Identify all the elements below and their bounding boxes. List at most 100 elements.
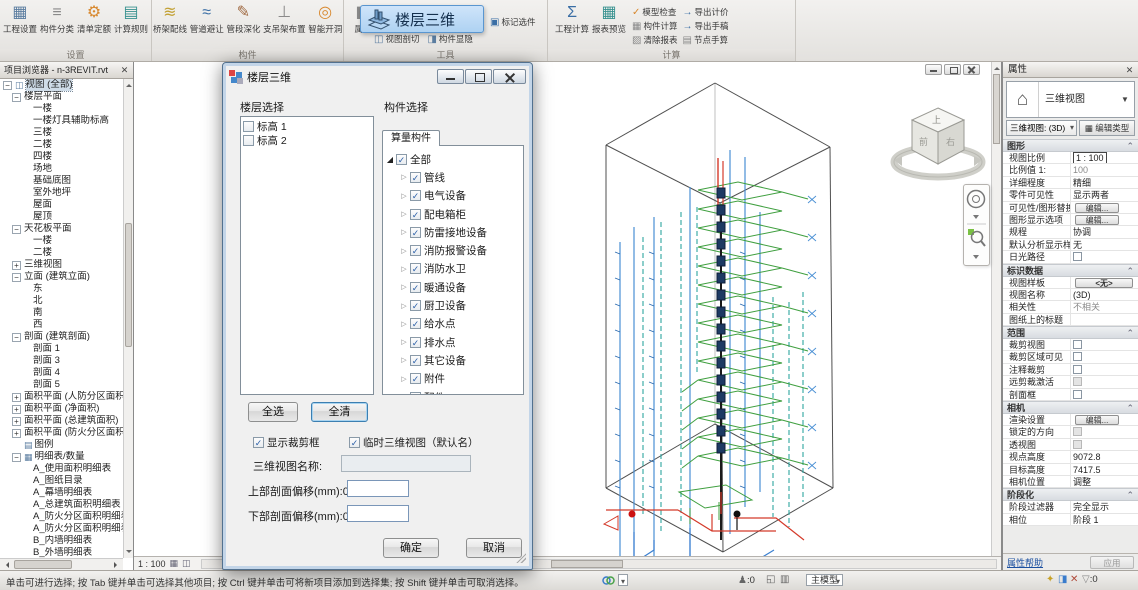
tree-item[interactable]: 屋面 — [0, 199, 123, 211]
tree-item[interactable]: +面积平面 (净面积) — [0, 403, 123, 415]
expand-icon[interactable]: ▷ — [399, 210, 409, 218]
ribbon-button[interactable]: ▨清除报表 — [632, 34, 677, 47]
component-item[interactable]: ▷✓消防水卫 — [385, 260, 521, 278]
ribbon-button[interactable]: ✎管段深化 — [225, 2, 261, 35]
close-icon[interactable]: ✕ — [118, 64, 131, 77]
tree-item[interactable]: −▦明细表/数量 — [0, 451, 123, 463]
checkbox-unchecked-icon[interactable] — [1073, 252, 1082, 261]
ok-button[interactable]: 确定 — [383, 538, 439, 558]
checkbox-checked-icon[interactable]: ✓ — [410, 190, 421, 201]
tree-item[interactable]: B_外墙明细表 — [0, 547, 123, 558]
tree-item[interactable]: ▤图例 — [0, 439, 123, 451]
top-offset-field[interactable] — [347, 480, 409, 497]
component-item[interactable]: ▷✓暖通设备 — [385, 278, 521, 296]
floor-item[interactable]: 标高 1 — [243, 119, 371, 133]
ribbon-button[interactable]: ▦工程设置 — [2, 2, 38, 35]
temp-view-checkbox[interactable]: ✓ 临时三维视图（默认名） — [349, 435, 479, 449]
edit-button[interactable]: 编辑... — [1075, 415, 1119, 425]
tree-item[interactable]: 基础底图 — [0, 175, 123, 187]
collapse-icon[interactable]: ◢ — [385, 155, 395, 164]
tree-item[interactable]: −◫视图 (全部) — [0, 79, 123, 91]
tab-quantity-components[interactable]: 算量构件 — [382, 130, 440, 146]
tree-item[interactable]: +面积平面 (防火分区面积) — [0, 427, 123, 439]
component-item[interactable]: ▷✓消防报警设备 — [385, 241, 521, 259]
checkbox-checked-icon[interactable]: ✓ — [410, 227, 421, 238]
design-option2-icon[interactable]: ▥ — [780, 574, 789, 585]
bottom-offset-field[interactable] — [347, 505, 409, 522]
tree-item[interactable]: 屋顶 — [0, 211, 123, 223]
ribbon-button[interactable]: ▦构件计算 — [632, 20, 677, 33]
tree-item[interactable]: 西 — [0, 319, 123, 331]
expand-icon[interactable]: ▷ — [399, 338, 409, 346]
component-item[interactable]: ▷✓防雷接地设备 — [385, 223, 521, 241]
checkbox-checked-icon[interactable]: ✓ — [410, 355, 421, 366]
tree-item[interactable]: A_图纸目录 — [0, 475, 123, 487]
expand-icon[interactable]: + — [12, 393, 21, 402]
view-template-button[interactable]: <无> — [1075, 278, 1133, 288]
expand-icon[interactable]: ▷ — [399, 375, 409, 383]
edit-type-button[interactable]: ▦ 编辑类型 — [1079, 120, 1135, 136]
visual-style-icon[interactable]: ◫ — [182, 558, 191, 569]
checkbox-checked-icon[interactable]: ✓ — [410, 245, 421, 256]
tree-item[interactable]: −立面 (建筑立面) — [0, 271, 123, 283]
checkbox-checked-icon[interactable]: ✓ — [410, 337, 421, 348]
scrollbar-thumb[interactable] — [14, 560, 72, 569]
ribbon-button[interactable]: ≡构件分类 — [39, 2, 75, 35]
scale-input[interactable]: 1 : 100 — [1073, 152, 1107, 163]
close-icon[interactable] — [963, 64, 980, 75]
tree-item[interactable]: +三维视图 — [0, 259, 123, 271]
expand-icon[interactable]: ▷ — [399, 302, 409, 310]
ribbon-button[interactable]: ⚙清单定额 — [76, 2, 112, 35]
tree-item[interactable]: 一楼 — [0, 235, 123, 247]
tree-item[interactable]: 一楼灯具辅助标高 — [0, 115, 123, 127]
expand-icon[interactable]: ▷ — [399, 393, 409, 395]
checkbox-unchecked-icon[interactable] — [1073, 352, 1082, 361]
properties-help-link[interactable]: 属性帮助 — [1007, 556, 1043, 569]
maximize-icon[interactable] — [465, 69, 492, 84]
ribbon-button[interactable]: ▤计算规则 — [113, 2, 149, 35]
browser-horizontal-scrollbar[interactable] — [0, 558, 123, 570]
tree-item[interactable]: 剖面 4 — [0, 367, 123, 379]
tree-item[interactable]: 三楼 — [0, 127, 123, 139]
expand-icon[interactable]: ▷ — [399, 247, 409, 255]
design-option-icon[interactable]: ◱ — [766, 574, 775, 585]
tree-item[interactable]: +面积平面 (人防分区面积) — [0, 391, 123, 403]
checkbox-checked-icon[interactable]: ✓ — [410, 392, 421, 396]
ribbon-button[interactable]: ⊥支吊架布置 — [262, 2, 306, 35]
props-section-header[interactable]: 图形⌃ — [1003, 139, 1138, 152]
detail-level-icon[interactable]: ▦ — [170, 558, 179, 569]
checkbox-checked-icon[interactable]: ✓ — [410, 282, 421, 293]
expand-icon[interactable]: + — [12, 429, 21, 438]
tree-item[interactable]: 南 — [0, 307, 123, 319]
workset-combo[interactable] — [618, 574, 628, 586]
expand-icon[interactable]: ▷ — [399, 356, 409, 364]
minimize-icon[interactable] — [925, 64, 942, 75]
ribbon-button[interactable]: ▦报表预览 — [591, 2, 627, 47]
dialog-titlebar[interactable]: 楼层三维 — [223, 63, 532, 87]
component-item[interactable]: ▷✓其它设备 — [385, 351, 521, 369]
checkbox-checked-icon[interactable]: ✓ — [410, 209, 421, 220]
floor-3d-highlighted-button[interactable]: 楼层三维 — [360, 5, 484, 33]
expand-icon[interactable]: + — [12, 405, 21, 414]
chevron-down-icon[interactable]: ▼ — [1121, 82, 1134, 117]
checkbox-unchecked-icon[interactable] — [1073, 390, 1082, 399]
tree-item[interactable]: A_幕墙明细表 — [0, 487, 123, 499]
checkbox-unchecked-icon[interactable] — [243, 135, 254, 146]
checkbox-checked-icon[interactable]: ✓ — [410, 300, 421, 311]
ribbon-button[interactable]: →导出手稿 — [683, 20, 729, 33]
checkbox-unchecked-icon[interactable] — [1073, 365, 1082, 374]
tree-item[interactable]: 东 — [0, 283, 123, 295]
props-section-header[interactable]: 范围⌃ — [1003, 326, 1138, 339]
tree-item[interactable]: 二楼 — [0, 247, 123, 259]
tree-item[interactable]: 剖面 5 — [0, 379, 123, 391]
collapse-icon[interactable]: − — [12, 273, 21, 282]
tree-item[interactable]: 场地 — [0, 163, 123, 175]
component-tree[interactable]: ◢✓全部▷✓管线▷✓电气设备▷✓配电箱柜▷✓防雷接地设备▷✓消防报警设备▷✓消防… — [382, 145, 524, 395]
scrollbar-thumb[interactable] — [551, 560, 622, 568]
component-item[interactable]: ▷✓厨卫设备 — [385, 296, 521, 314]
component-item[interactable]: ▷✓给水点 — [385, 315, 521, 333]
component-item[interactable]: ▷✓排水点 — [385, 333, 521, 351]
tree-item[interactable]: A_防火分区面积明细表 — [0, 511, 123, 523]
type-selector[interactable]: ⌂ 三维视图 ▼ — [1006, 81, 1135, 118]
edit-linked-icon[interactable]: ◨ — [1058, 574, 1067, 585]
